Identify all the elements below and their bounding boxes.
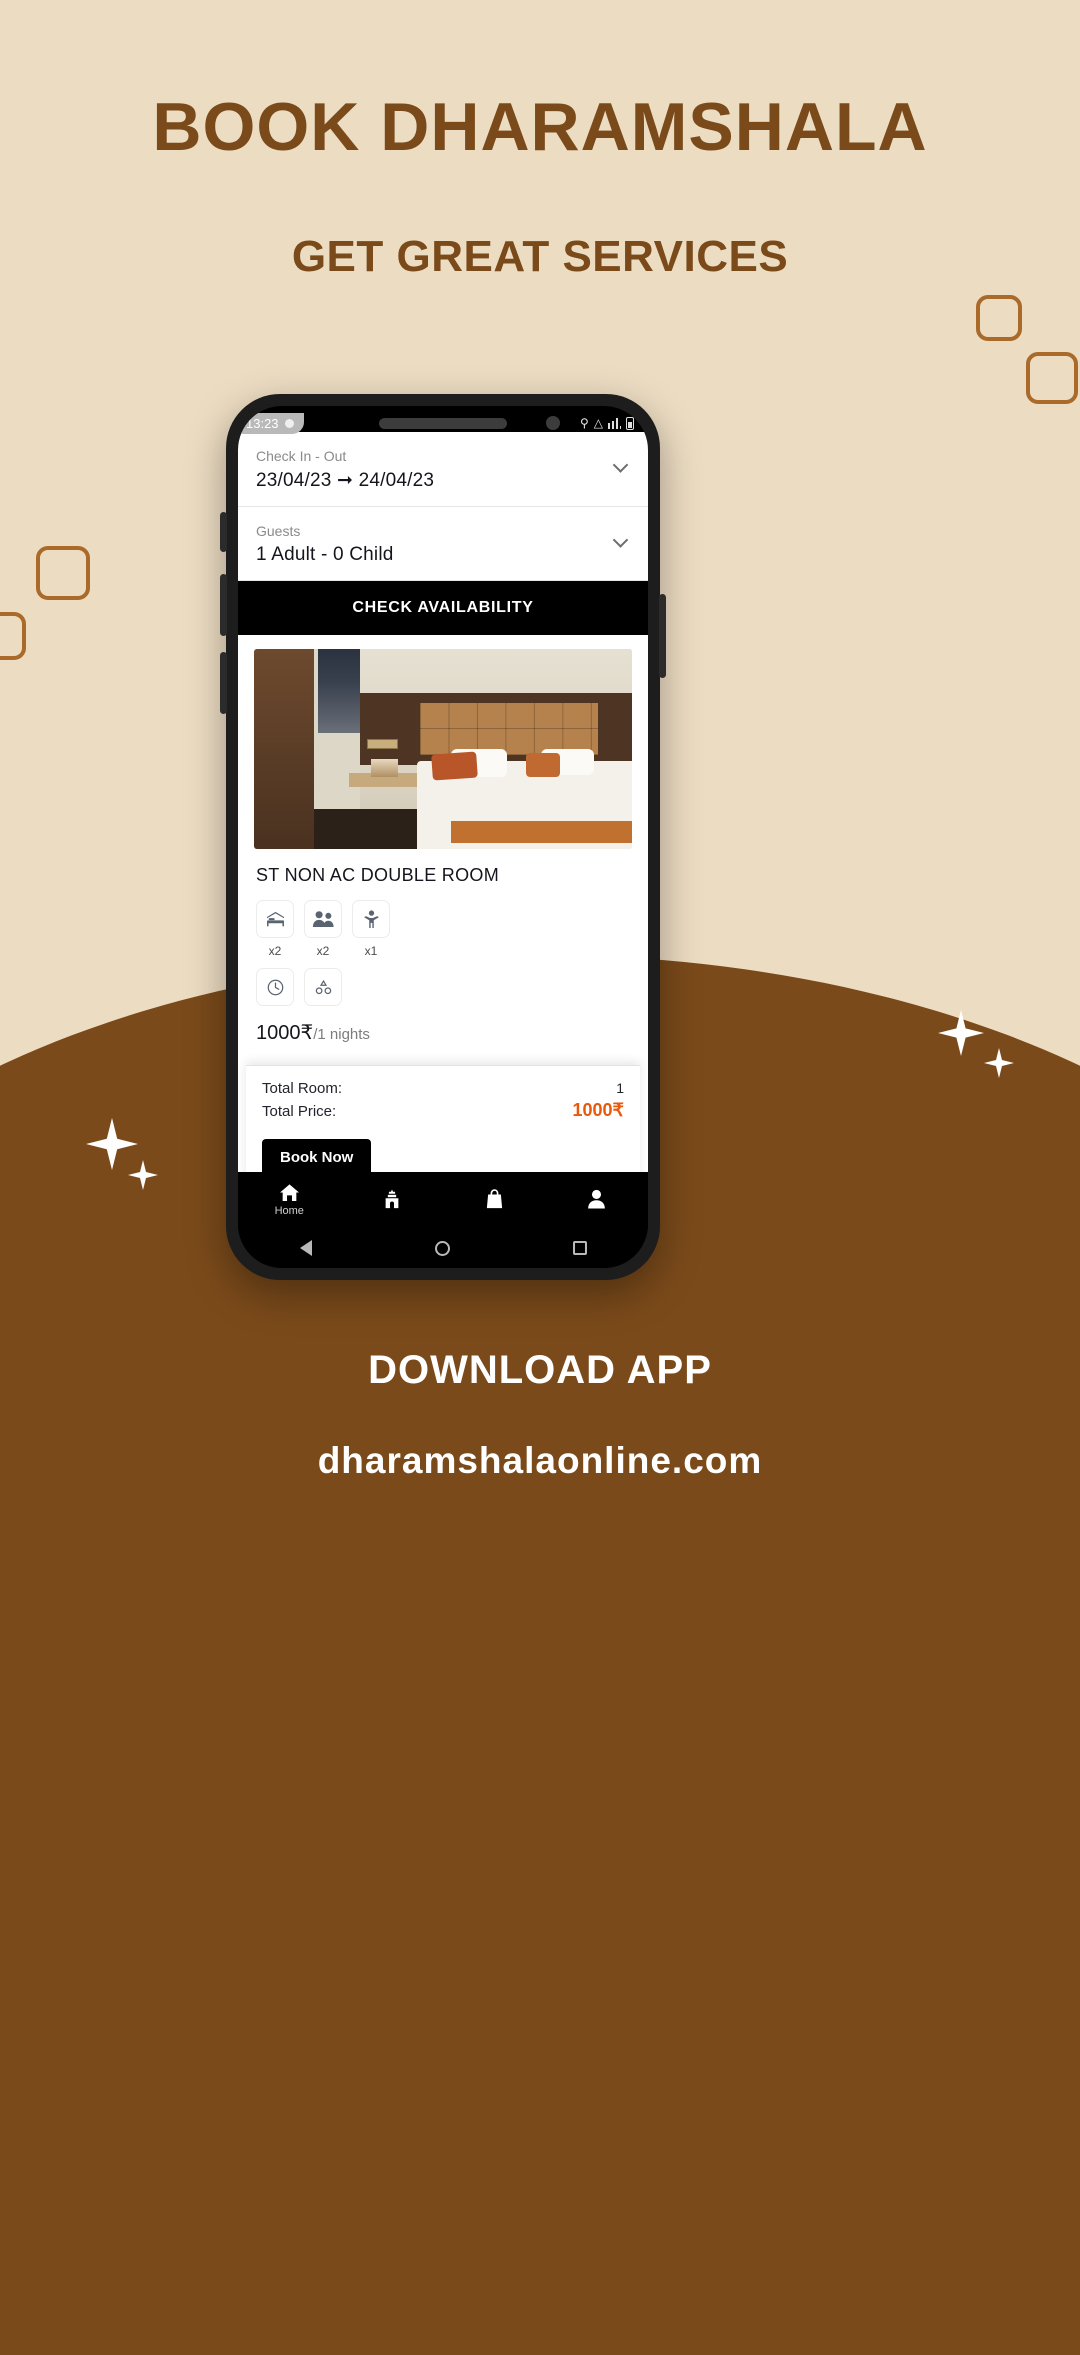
guests-field[interactable]: Guests 1 Adult - 0 Child — [238, 507, 648, 581]
recycle-icon — [304, 968, 342, 1006]
speaker-grille — [379, 418, 507, 429]
phone-volume-up-button — [220, 574, 227, 636]
total-room-label: Total Room: — [262, 1080, 343, 1097]
phone-silent-button — [220, 512, 227, 552]
amenity-bed: x2 — [256, 900, 294, 958]
status-time: 13:23 — [246, 415, 279, 431]
book-now-button[interactable]: Book Now — [262, 1139, 372, 1176]
brown-footer-band — [0, 1450, 1080, 1920]
system-home-icon[interactable] — [434, 1240, 450, 1256]
extra-amenities-row — [256, 968, 648, 1006]
amenity-recycle — [304, 968, 342, 1006]
nav-item-bag[interactable] — [443, 1188, 546, 1212]
nav-item-home[interactable]: Home — [238, 1183, 341, 1217]
app-bottom-nav: Home — [238, 1172, 648, 1228]
bed-icon — [256, 900, 294, 938]
amenity-clock — [256, 968, 294, 1006]
app-content: Check In - Out 23/04/23 ➞ 24/04/23 Guest… — [238, 432, 648, 1192]
amenity-child: x1 — [352, 900, 390, 958]
room-price: 1000₹/1 nights — [256, 1020, 648, 1045]
home-icon — [279, 1184, 299, 1202]
amenity-bed-count: x2 — [268, 944, 282, 958]
bag-icon — [486, 1188, 502, 1208]
room-photo — [254, 649, 632, 849]
poster-subheadline: GET GREAT SERVICES — [291, 232, 789, 281]
check-in-out-field[interactable]: Check In - Out 23/04/23 ➞ 24/04/23 — [238, 432, 648, 507]
decorative-square-left-lower — [0, 612, 26, 660]
total-room-value: 1 — [616, 1080, 624, 1096]
battery-icon — [626, 416, 634, 430]
nav-item-profile[interactable] — [546, 1189, 649, 1212]
search-icon: ⚲ — [579, 416, 589, 430]
website-label: dharamshalaonline.com — [317, 1440, 763, 1481]
phone-mockup: 13:23 ⚲ △ Check In - Out 23/04/23 ➞ 24/0… — [220, 394, 666, 1280]
status-bar-left: 13:23 — [238, 412, 304, 434]
temple-icon — [385, 1189, 399, 1208]
person-icon — [588, 1189, 606, 1209]
amenity-adults: x2 — [304, 900, 342, 958]
decorative-square-left — [36, 546, 90, 600]
system-back-icon[interactable] — [299, 1240, 312, 1256]
phone-volume-down-button — [220, 652, 227, 714]
guests-value: 1 Adult - 0 Child — [256, 544, 394, 565]
child-icon — [352, 900, 390, 938]
clock-icon — [256, 968, 294, 1006]
poster-headline: BOOK DHARAMSHALA — [152, 89, 928, 165]
amenity-adults-count: x2 — [316, 944, 330, 958]
total-price-label: Total Price: — [262, 1103, 337, 1120]
phone-power-button — [659, 594, 666, 678]
download-app-label: DOWNLOAD APP — [368, 1348, 712, 1392]
room-title: ST NON AC DOUBLE ROOM — [256, 865, 500, 885]
adults-icon — [304, 900, 342, 938]
nav-item-temple[interactable] — [341, 1189, 444, 1212]
room-price-per: /1 nights — [313, 1026, 370, 1043]
decorative-square-right — [1026, 352, 1078, 404]
total-room-row: Total Room: 1 — [262, 1080, 624, 1097]
decorative-square-top-right — [976, 295, 1022, 341]
amenities-row: x2 x2 x1 — [256, 900, 648, 958]
signal-icon — [608, 417, 621, 429]
android-system-nav — [238, 1228, 648, 1268]
phone-screen: 13:23 ⚲ △ Check In - Out 23/04/23 ➞ 24/0… — [238, 406, 648, 1268]
check-availability-button[interactable]: CHECK AVAILABILITY — [238, 581, 648, 635]
notification-dot-icon — [284, 418, 294, 428]
check-in-out-value: 23/04/23 ➞ 24/04/23 — [256, 470, 435, 491]
amenity-child-count: x1 — [364, 944, 378, 958]
front-camera-icon — [546, 416, 560, 430]
total-price-row: Total Price: 1000₹ — [262, 1100, 624, 1121]
room-price-amount: 1000₹ — [256, 1022, 314, 1044]
check-in-out-label: Check In - Out — [256, 448, 347, 464]
total-price-value: 1000₹ — [572, 1100, 625, 1120]
system-recents-icon[interactable] — [572, 1241, 587, 1255]
status-bar-right: ⚲ △ — [580, 416, 634, 430]
guests-label: Guests — [256, 523, 301, 539]
nav-item-home-label: Home — [274, 1205, 304, 1217]
wifi-icon: △ — [593, 416, 603, 430]
